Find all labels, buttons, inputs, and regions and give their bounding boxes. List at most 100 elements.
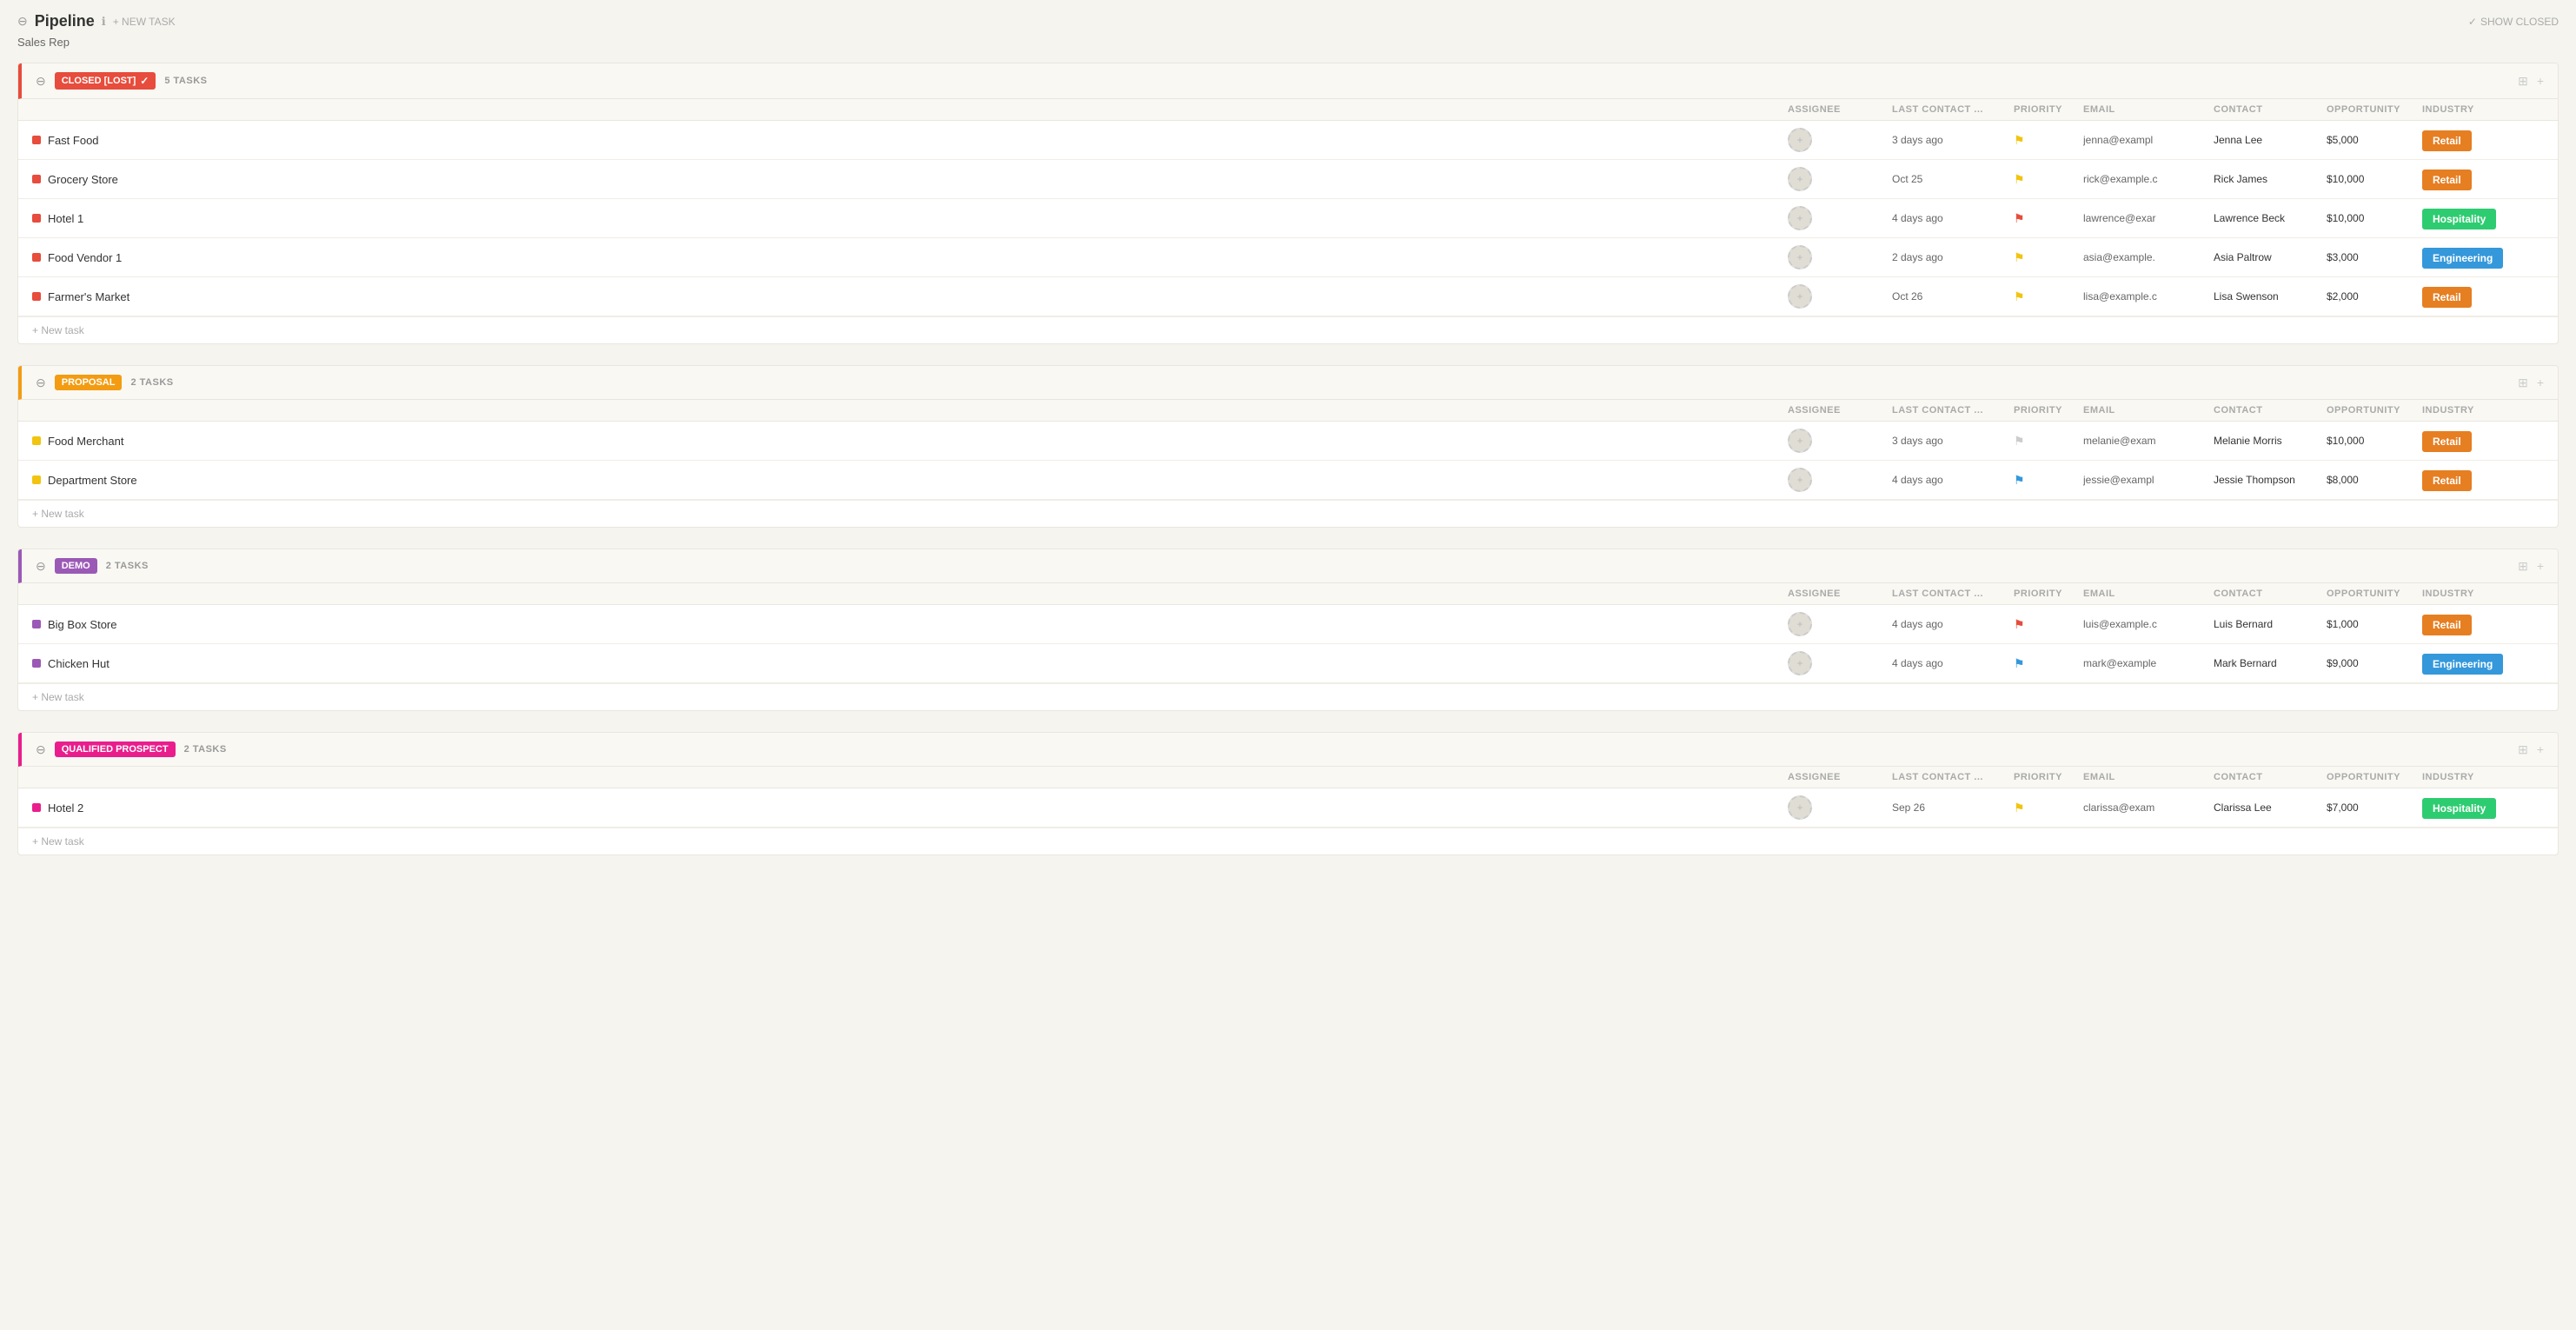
contact-cell: Asia Paltrow: [2214, 251, 2327, 263]
avatar[interactable]: +: [1788, 128, 1812, 152]
priority-flag-icon[interactable]: ⚑: [2014, 434, 2025, 448]
priority-cell: ⚑: [2014, 211, 2083, 226]
industry-badge: Hospitality: [2422, 798, 2496, 819]
new-task-link[interactable]: + New task: [18, 828, 2558, 855]
new-task-link[interactable]: + New task: [18, 500, 2558, 527]
new-task-header-btn[interactable]: + NEW TASK: [113, 16, 176, 28]
section-header-closed-lost: ⊖CLOSED [LOST] ✓5 TASKS⊞+: [18, 63, 2558, 99]
avatar[interactable]: +: [1788, 206, 1812, 230]
add-column-icon[interactable]: +: [2537, 74, 2544, 88]
task-count-closed-lost: 5 TASKS: [164, 76, 207, 86]
last-contact-cell: Oct 26: [1892, 290, 2014, 303]
new-task-link[interactable]: + New task: [18, 316, 2558, 343]
grid-icon[interactable]: ⊞: [2518, 376, 2528, 390]
avatar[interactable]: +: [1788, 468, 1812, 492]
priority-cell: ⚑: [2014, 172, 2083, 187]
priority-flag-icon[interactable]: ⚑: [2014, 289, 2025, 303]
opportunity-cell: $10,000: [2327, 435, 2422, 447]
col-header-email: EMAIL: [2083, 104, 2214, 115]
col-header-priority: PRIORITY: [2014, 589, 2083, 599]
avatar[interactable]: +: [1788, 651, 1812, 675]
collapse-btn-proposal[interactable]: ⊖: [36, 376, 46, 390]
table-row[interactable]: Hotel 2+Sep 26⚑clarissa@examClarissa Lee…: [18, 788, 2558, 828]
priority-flag-icon[interactable]: ⚑: [2014, 656, 2025, 670]
main-content: ⊖CLOSED [LOST] ✓5 TASKS⊞+ASSIGNEELAST CO…: [0, 63, 2576, 855]
table-row[interactable]: Fast Food+3 days ago⚑jenna@examplJenna L…: [18, 121, 2558, 160]
new-task-link[interactable]: + New task: [18, 683, 2558, 710]
priority-flag-icon[interactable]: ⚑: [2014, 801, 2025, 815]
priority-cell: ⚑: [2014, 250, 2083, 265]
task-color-dot: [32, 292, 41, 301]
email-cell: luis@example.c: [2083, 618, 2214, 630]
pipeline-collapse-btn[interactable]: ⊖: [17, 14, 28, 29]
table-row[interactable]: Farmer's Market+Oct 26⚑lisa@example.cLis…: [18, 277, 2558, 316]
priority-flag-icon[interactable]: ⚑: [2014, 617, 2025, 631]
task-name-cell: Food Vendor 1: [32, 251, 1788, 264]
last-contact-cell: 3 days ago: [1892, 435, 2014, 447]
priority-flag-icon[interactable]: ⚑: [2014, 172, 2025, 186]
grid-icon[interactable]: ⊞: [2518, 74, 2528, 89]
grid-icon[interactable]: ⊞: [2518, 559, 2528, 574]
task-name-text: Food Merchant: [48, 435, 123, 448]
opportunity-cell: $10,000: [2327, 173, 2422, 185]
task-color-dot: [32, 175, 41, 183]
task-name-cell: Department Store: [32, 474, 1788, 487]
col-header-assignee: ASSIGNEE: [1788, 589, 1892, 599]
avatar[interactable]: +: [1788, 795, 1812, 820]
email-cell: jenna@exampl: [2083, 134, 2214, 146]
show-closed-button[interactable]: ✓ SHOW CLOSED: [2468, 16, 2559, 28]
section-closed-lost: ⊖CLOSED [LOST] ✓5 TASKS⊞+ASSIGNEELAST CO…: [17, 63, 2559, 344]
table-row[interactable]: Chicken Hut+4 days ago⚑mark@exampleMark …: [18, 644, 2558, 683]
task-name-cell: Hotel 2: [32, 801, 1788, 815]
section-header-proposal: ⊖PROPOSAL2 TASKS⊞+: [18, 366, 2558, 400]
add-column-icon[interactable]: +: [2537, 559, 2544, 573]
contact-cell: Jenna Lee: [2214, 134, 2327, 146]
task-name-text: Grocery Store: [48, 173, 118, 186]
section-qualified: ⊖QUALIFIED PROSPECT2 TASKS⊞+ASSIGNEELAST…: [17, 732, 2559, 855]
table-row[interactable]: Hotel 1+4 days ago⚑lawrence@exarLawrence…: [18, 199, 2558, 238]
sub-header: Sales Rep: [0, 34, 2576, 63]
col-header-industry: INDUSTRY: [2422, 772, 2544, 782]
header-left: ⊖ Pipeline ℹ + NEW TASK: [17, 12, 176, 30]
avatar[interactable]: +: [1788, 245, 1812, 269]
email-cell: mark@example: [2083, 657, 2214, 669]
table-row[interactable]: Food Merchant+3 days ago⚑melanie@examMel…: [18, 422, 2558, 461]
priority-flag-icon[interactable]: ⚑: [2014, 133, 2025, 147]
page-title: Pipeline: [35, 12, 95, 30]
badge-proposal: PROPOSAL: [55, 375, 123, 390]
table-row[interactable]: Grocery Store+Oct 25⚑rick@example.cRick …: [18, 160, 2558, 199]
avatar[interactable]: +: [1788, 612, 1812, 636]
col-header-opportunity: OPPORTUNITY: [2327, 772, 2422, 782]
email-cell: jessie@exampl: [2083, 474, 2214, 486]
opportunity-cell: $1,000: [2327, 618, 2422, 630]
col-header-industry: INDUSTRY: [2422, 589, 2544, 599]
add-column-icon[interactable]: +: [2537, 742, 2544, 756]
opportunity-cell: $3,000: [2327, 251, 2422, 263]
grid-icon[interactable]: ⊞: [2518, 742, 2528, 757]
col-header-priority: PRIORITY: [2014, 104, 2083, 115]
collapse-btn-demo[interactable]: ⊖: [36, 559, 46, 574]
industry-cell: Engineering: [2422, 657, 2544, 670]
priority-flag-icon[interactable]: ⚑: [2014, 250, 2025, 264]
task-color-dot: [32, 136, 41, 144]
table-row[interactable]: Big Box Store+4 days ago⚑luis@example.cL…: [18, 605, 2558, 644]
collapse-btn-closed-lost[interactable]: ⊖: [36, 74, 46, 89]
priority-flag-icon[interactable]: ⚑: [2014, 211, 2025, 225]
add-column-icon[interactable]: +: [2537, 376, 2544, 389]
section-actions-demo: ⊞+: [2518, 559, 2544, 574]
task-color-dot: [32, 475, 41, 484]
info-icon[interactable]: ℹ: [102, 15, 106, 29]
last-contact-cell: 3 days ago: [1892, 134, 2014, 146]
priority-flag-icon[interactable]: ⚑: [2014, 473, 2025, 487]
collapse-btn-qualified[interactable]: ⊖: [36, 742, 46, 757]
avatar[interactable]: +: [1788, 167, 1812, 191]
avatar[interactable]: +: [1788, 429, 1812, 453]
col-header-contact: CONTACT: [2214, 405, 2327, 416]
table-row[interactable]: Food Vendor 1+2 days ago⚑asia@example.As…: [18, 238, 2558, 277]
industry-badge: Retail: [2422, 615, 2472, 635]
avatar[interactable]: +: [1788, 284, 1812, 309]
table-row[interactable]: Department Store+4 days ago⚑jessie@examp…: [18, 461, 2558, 500]
checkmark-icon: ✓: [2468, 16, 2477, 28]
contact-cell: Luis Bernard: [2214, 618, 2327, 630]
col-header-last-contact-: LAST CONTACT ...: [1892, 772, 2014, 782]
